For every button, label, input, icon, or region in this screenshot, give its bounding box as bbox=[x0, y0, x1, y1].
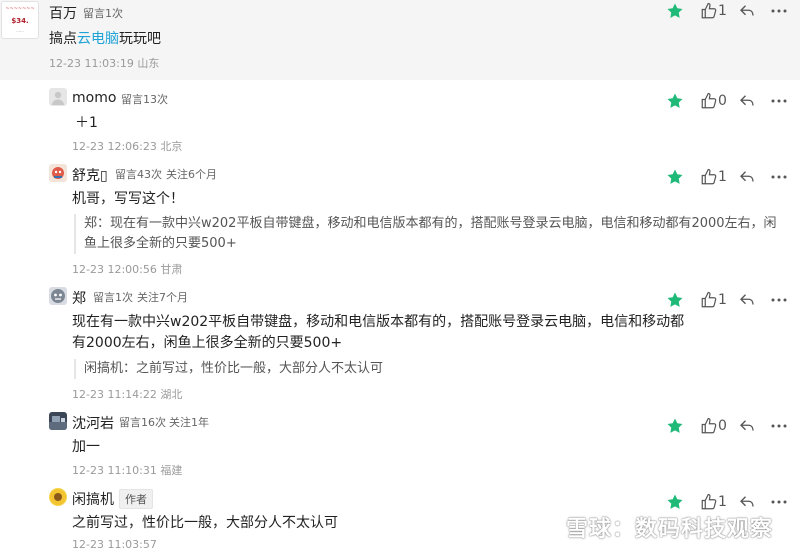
cloud-pc-link[interactable]: 云电脑 bbox=[77, 31, 119, 47]
thumbs-up-icon[interactable] bbox=[700, 91, 718, 111]
more-dots-icon[interactable] bbox=[770, 416, 788, 436]
text-suffix: 玩玩吧 bbox=[119, 31, 161, 47]
quote-line: 郑：现在有一款中兴w202平板自带键盘，移动和电信版本都有的，搭配账号登录云电脑… bbox=[84, 216, 777, 231]
comment-time: 12-23 12:06:23 北京 bbox=[72, 140, 183, 153]
thumbs-up-icon[interactable] bbox=[700, 167, 718, 187]
comment-count: 留言1次 bbox=[93, 291, 133, 304]
like-count: 0 bbox=[718, 418, 727, 434]
comment-actions: 1 bbox=[666, 1, 788, 21]
avatar-text-1: ~~~~~~~ bbox=[5, 6, 35, 12]
text-prefix: 搞点 bbox=[49, 31, 77, 47]
comment-text: 加一 bbox=[72, 439, 100, 455]
comment-actions: 1 bbox=[666, 290, 788, 310]
avatar[interactable] bbox=[49, 488, 67, 506]
comment-time: 12-23 12:00:56 甘肃 bbox=[72, 263, 183, 276]
comment-count: 留言13次 bbox=[121, 93, 168, 106]
comment-text: 有2000左右，闲鱼上很多全新的只要500+ bbox=[72, 335, 343, 351]
follow-duration: 关注1年 bbox=[169, 416, 209, 429]
watermark: 雪球：数码科技观察 bbox=[532, 510, 792, 544]
reply-arrow-icon[interactable] bbox=[738, 1, 756, 21]
quote-line: 鱼上很多全新的只要500+ bbox=[84, 236, 237, 251]
star-icon[interactable] bbox=[666, 1, 684, 21]
comment-time: 12-23 11:10:31 福建 bbox=[72, 464, 183, 477]
avatar-text-3: ...... bbox=[16, 28, 24, 33]
comment-actions: 1 bbox=[666, 167, 788, 187]
author-badge: 作者 bbox=[119, 489, 153, 509]
like-count: 1 bbox=[718, 292, 727, 308]
more-dots-icon[interactable] bbox=[770, 91, 788, 111]
more-dots-icon[interactable] bbox=[770, 492, 788, 512]
more-dots-icon[interactable] bbox=[770, 1, 788, 21]
reply-arrow-icon[interactable] bbox=[738, 91, 756, 111]
star-icon[interactable] bbox=[666, 167, 684, 187]
more-dots-icon[interactable] bbox=[770, 290, 788, 310]
commenter-name[interactable]: 沈河岩 bbox=[72, 413, 114, 433]
thumbs-up-icon[interactable] bbox=[700, 416, 718, 436]
star-icon[interactable] bbox=[666, 91, 684, 111]
avatar[interactable] bbox=[49, 412, 67, 430]
comment-text: 之前写过，性价比一般，大部分人不太认可 bbox=[72, 515, 338, 531]
reply-arrow-icon[interactable] bbox=[738, 416, 756, 436]
follow-duration: 关注7个月 bbox=[137, 291, 188, 304]
commenter-name[interactable]: 舒克▯ bbox=[72, 165, 108, 185]
commenter-name[interactable]: 闲搞机 bbox=[72, 489, 114, 509]
thumbs-up-icon[interactable] bbox=[700, 492, 718, 512]
commenter-name[interactable]: 郑 bbox=[72, 288, 86, 308]
thumbs-up-icon[interactable] bbox=[700, 290, 718, 310]
comment-actions: 0 bbox=[666, 91, 788, 111]
comment-text: 现在有一款中兴w202平板自带键盘，移动和电信版本都有的，搭配账号登录云电脑，电… bbox=[72, 314, 685, 330]
like-count: 1 bbox=[718, 3, 727, 19]
comment-text: ＋1 bbox=[75, 115, 98, 131]
commenter-name[interactable]: 百万 bbox=[49, 3, 77, 23]
comment-actions: 1 bbox=[666, 492, 788, 512]
commenter-name[interactable]: momo bbox=[72, 90, 116, 106]
watermark-text: 雪球：数码科技观察 bbox=[566, 517, 774, 542]
more-dots-icon[interactable] bbox=[770, 167, 788, 187]
avatar[interactable] bbox=[49, 164, 67, 182]
star-icon[interactable] bbox=[666, 416, 684, 436]
reply-arrow-icon[interactable] bbox=[738, 167, 756, 187]
follow-duration: 关注6个月 bbox=[166, 168, 217, 181]
comment-actions: 0 bbox=[666, 416, 788, 436]
reply-arrow-icon[interactable] bbox=[738, 290, 756, 310]
star-icon[interactable] bbox=[666, 290, 684, 310]
quoted-reply: 闲搞机：之前写过，性价比一般，大部分人不太认可 bbox=[74, 359, 383, 379]
reply-arrow-icon[interactable] bbox=[738, 492, 756, 512]
avatar[interactable] bbox=[49, 287, 67, 305]
comment-time: 12-23 11:14:22 湖北 bbox=[72, 388, 183, 401]
default-avatar-icon[interactable] bbox=[49, 88, 67, 106]
like-count: 0 bbox=[718, 93, 727, 109]
comment-text: 机哥，写写这个！ bbox=[72, 191, 184, 207]
comment-count: 留言43次 bbox=[115, 168, 162, 181]
comment-text: 搞点云电脑玩玩吧 bbox=[49, 29, 161, 50]
like-count: 1 bbox=[718, 169, 727, 185]
comment-time: 12-23 11:03:19 山东 bbox=[49, 57, 160, 70]
star-icon[interactable] bbox=[666, 492, 684, 512]
top-comment: ~~~~~~~ $34. ...... 百万 留言1次 搞点云电脑玩玩吧 12-… bbox=[0, 0, 800, 80]
avatar-text-2: $34. bbox=[11, 17, 29, 25]
thumbs-up-icon[interactable] bbox=[700, 1, 718, 21]
quoted-reply: 郑：现在有一款中兴w202平板自带键盘，移动和电信版本都有的，搭配账号登录云电脑… bbox=[74, 214, 790, 254]
like-count: 1 bbox=[718, 494, 727, 510]
comment-count: 留言1次 bbox=[83, 7, 123, 20]
comment-count: 留言16次 bbox=[119, 416, 166, 429]
snowball-logo-icon bbox=[534, 516, 558, 537]
avatar[interactable]: ~~~~~~~ $34. ...... bbox=[1, 1, 39, 39]
comment-time: 12-23 11:03:57 bbox=[72, 538, 157, 551]
